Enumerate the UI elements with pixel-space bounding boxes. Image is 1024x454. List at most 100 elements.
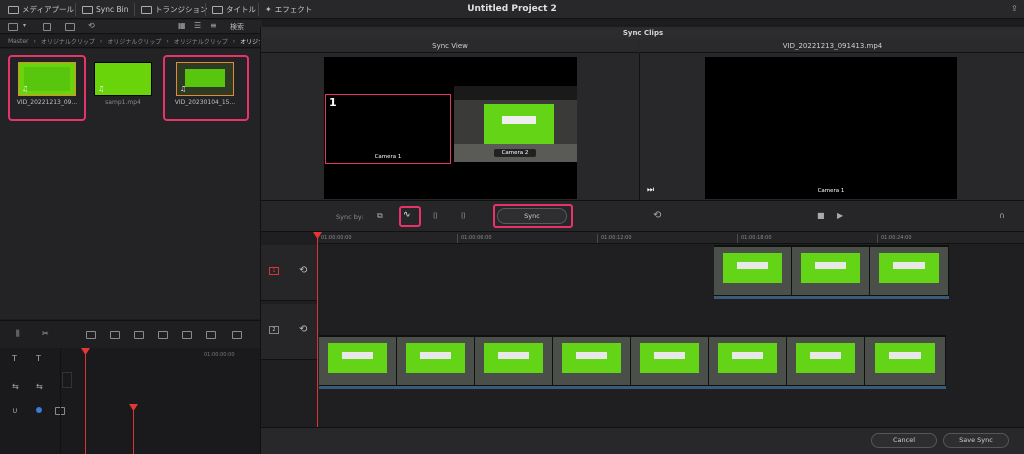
track-header-2: 2 ⟲ (261, 304, 317, 360)
media-pool-toolbar: ▾ ⟲ ▦ ☰ ≡ 検索 (0, 20, 262, 34)
ruler-label: 01:00:18:00 (741, 235, 772, 241)
clip-frame (870, 247, 949, 295)
card (342, 352, 373, 360)
clip-frame (319, 337, 397, 385)
save-sync-button[interactable]: Save Sync (943, 433, 1009, 448)
playhead (85, 348, 86, 454)
fit-to-fill-icon[interactable] (158, 331, 168, 339)
clip-item[interactable]: ♫ samp1.mp4 (88, 57, 158, 106)
chevron-right-icon: › (232, 37, 236, 45)
out-point-sync-icon[interactable]: ⌷ (461, 211, 466, 221)
video-viewer: Camera 1 (705, 57, 957, 199)
clip-frame (475, 337, 553, 385)
playhead-marker[interactable] (129, 404, 138, 411)
timeline-ruler[interactable]: 01:00:00:00 01:00:06:00 01:00:12:00 01:0… (317, 232, 1024, 244)
title-tool-icon[interactable]: T (12, 354, 17, 363)
razor-icon[interactable]: ⫼ (16, 329, 20, 339)
play-icon[interactable]: ▶ (837, 211, 843, 220)
clip-item[interactable]: ♫ VID_20230104_15... (170, 57, 240, 106)
breadcrumb-item[interactable]: オリジナルクリップ (107, 37, 161, 46)
clip-thumbnail: ♫ (176, 62, 234, 96)
waveform-icon[interactable]: ∿ (403, 210, 411, 220)
card (498, 352, 529, 360)
clip-frame (631, 337, 709, 385)
clip-frame (553, 337, 631, 385)
sync-clips-dialog: Sync Clips Sync View VID_20221213_091413… (260, 27, 1024, 454)
new-bin-icon[interactable] (43, 23, 51, 31)
breadcrumb-item[interactable]: オリジナルクリップ (174, 37, 228, 46)
scissors-icon[interactable]: ✂ (42, 329, 49, 338)
audio-note-icon: ♫ (98, 85, 105, 93)
playhead-marker[interactable] (81, 348, 90, 355)
edit-toolbar: ⫼ ✂ (0, 320, 262, 348)
list-view-icon[interactable]: ☰ (194, 21, 201, 30)
ripple-icon[interactable] (232, 331, 242, 339)
sync-timeline: 01:00:00:00 01:00:06:00 01:00:12:00 01:0… (261, 232, 1024, 427)
divider (60, 348, 61, 454)
replace-icon[interactable] (134, 331, 144, 339)
headphones-icon[interactable]: ∩ (999, 211, 1005, 220)
card (889, 352, 921, 360)
skip-to-end-icon[interactable]: ⏭ (647, 185, 654, 195)
video-tool-icon[interactable]: ⇆ (36, 382, 43, 391)
sync-icon[interactable]: ⟲ (88, 21, 95, 30)
camera-2-clip[interactable] (319, 335, 946, 389)
mini-timeline: T T ⇆ ⇆ ∪ 01:00:00:00 (0, 348, 262, 454)
in-point-sync-icon[interactable]: ⌷ (433, 211, 438, 221)
card (502, 116, 536, 124)
clip-item[interactable]: ♫ VID_20221213_09... (12, 57, 82, 106)
audio-tool-icon[interactable]: ⇆ (12, 382, 19, 391)
chevron-down-icon[interactable]: ▾ (23, 22, 26, 29)
smart-bin-icon[interactable] (65, 23, 75, 31)
overwrite-icon[interactable] (110, 331, 120, 339)
ruler-tick (457, 234, 458, 243)
append-icon[interactable] (206, 331, 216, 339)
snap-icon[interactable]: ∪ (12, 406, 18, 415)
track-number: 2 (269, 326, 279, 334)
sync-by-label: Sync by: (336, 213, 364, 221)
ruler-label: 01:00:00:00 (321, 235, 352, 241)
card (576, 352, 607, 360)
project-title: Untitled Project 2 (467, 4, 557, 14)
card (654, 352, 685, 360)
panel-toggle-icon[interactable] (8, 23, 18, 31)
breadcrumb-item[interactable]: Master (8, 38, 29, 45)
card (810, 352, 841, 360)
clip-name: VID_20230104_15... (174, 99, 236, 106)
text-tool-icon[interactable]: T (36, 354, 41, 363)
sync-button[interactable]: Sync (497, 208, 567, 224)
breadcrumb-item[interactable]: オリジナルクリップ (41, 37, 95, 46)
sort-icon[interactable]: ≡ (210, 21, 217, 30)
ruler-label: 01:00:06:00 (461, 235, 492, 241)
ruler-label: 01:00:12:00 (601, 235, 632, 241)
top-toolbar: メディアプール Sync Bin トランジション タイトル ✦ エフェクト Un… (0, 0, 1024, 19)
link-icon[interactable]: ⟲ (299, 324, 307, 335)
chevron-right-icon: › (166, 37, 169, 45)
camera-2-panel[interactable]: Camera 2 (454, 86, 577, 162)
track-button[interactable] (62, 372, 72, 388)
insert-icon[interactable] (86, 331, 96, 339)
search-label[interactable]: 検索 (230, 22, 244, 32)
link-icon[interactable]: ⟲ (653, 210, 661, 221)
place-on-top-icon[interactable] (182, 331, 192, 339)
media-pool: ♫ VID_20221213_09... ♫ samp1.mp4 ♫ VID_2… (0, 49, 262, 319)
ruler-tick (877, 234, 878, 243)
green-screen-frame (484, 104, 554, 144)
stop-icon[interactable]: ■ (817, 211, 825, 220)
grid-view-icon[interactable]: ▦ (178, 21, 186, 30)
link-icon[interactable]: ⟲ (299, 265, 307, 276)
camera-1-panel[interactable]: 1 Camera 1 (325, 94, 451, 164)
track-number: 1 (269, 267, 279, 275)
clip-frame (397, 337, 475, 385)
share-icon[interactable]: ⇪ (1011, 4, 1018, 13)
camera-label: Camera 2 (494, 149, 536, 157)
cancel-button[interactable]: Cancel (871, 433, 937, 448)
timecode-sync-icon[interactable]: ⧉ (377, 211, 383, 221)
lock-icon[interactable] (36, 407, 42, 413)
viewer-camera-label: Camera 1 (817, 188, 845, 194)
camera-1-clip[interactable] (714, 245, 949, 299)
breadcrumb-item[interactable]: オリジナル (240, 37, 262, 46)
clip-thumbnail: ♫ (94, 62, 152, 96)
card (737, 262, 768, 270)
track-header-1: 1 ⟲ (261, 245, 317, 301)
